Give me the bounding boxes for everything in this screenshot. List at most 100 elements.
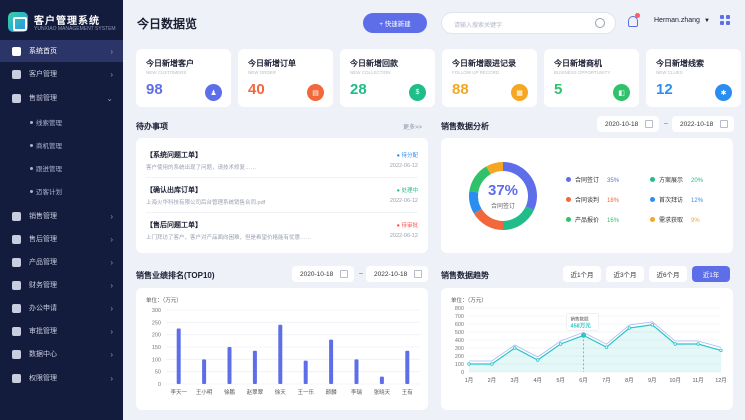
x-tick-label: 8月 — [625, 377, 634, 384]
date-separator: – — [359, 270, 363, 277]
sidebar-subitem-label: 线索管理 — [36, 120, 62, 127]
sidebar-item[interactable]: 售前管理 ⌄ — [0, 87, 123, 109]
calendar-icon — [414, 270, 422, 278]
todo-more-link[interactable]: 更多>> — [403, 122, 422, 131]
period-tab[interactable]: 近6个月 — [649, 266, 687, 282]
stat-icon: ♟ — [205, 84, 222, 101]
tooltip-label: 销售数据 — [571, 315, 589, 322]
todo-item-title[interactable]: 【确认出库订单】 — [146, 185, 202, 195]
stat-title: 今日新增回款 — [350, 59, 398, 68]
y-tick-label: 400 — [455, 338, 464, 344]
approval-icon — [12, 326, 21, 336]
stat-card[interactable]: 今日新增回款 NEW COLLECTION 28 $ — [340, 49, 435, 107]
chevron-right-icon: › — [110, 46, 113, 56]
period-tab[interactable]: 近3个月 — [606, 266, 644, 282]
line-point — [719, 348, 723, 353]
todo-item-title[interactable]: 【系统问题工单】 — [146, 150, 202, 160]
legend-pct: 9% — [691, 218, 700, 224]
stat-value: 98 — [146, 81, 163, 98]
sidebar-item-label: 销售管理 — [29, 213, 57, 220]
sidebar-item[interactable]: 销售管理 › — [0, 205, 123, 227]
stat-card[interactable]: 今日新增客户 NEW CUSTOMERS 98 ♟ — [136, 49, 231, 107]
sidebar-item-label: 财务管理 — [29, 282, 57, 289]
chevron-right-icon: › — [110, 280, 113, 290]
sidebar-item[interactable]: 系统首页 › — [0, 40, 123, 62]
x-tick-label: 王一乐 — [297, 389, 314, 396]
sidebar-subitem[interactable]: 线索管理 — [0, 111, 123, 133]
chevron-down-icon[interactable]: ▼ — [704, 18, 710, 24]
user-name[interactable]: Herman.zhang — [654, 17, 700, 24]
legend-label: 产品报价 — [575, 218, 600, 224]
grid-menu-icon[interactable] — [720, 15, 732, 27]
sidebar-subitem-label: 跟进管理 — [36, 166, 62, 173]
todo-card: 【系统问题工单】 客户使用的系统出现了问题，请技术修复…… ● 待分配 2022-06… — [136, 138, 428, 253]
chevron-right-icon: › — [110, 326, 113, 336]
search-input[interactable]: 请输入搜索关键字 — [441, 12, 616, 34]
stat-card[interactable]: 今日新增线索 NEW CLUES 12 ✱ — [646, 49, 741, 107]
user-icon — [12, 69, 21, 79]
todo-item-status: ● 待审批 — [396, 223, 418, 229]
period-tab[interactable]: 近1年 — [692, 266, 730, 282]
analysis-date-to[interactable]: 2022-10-18 — [672, 116, 734, 132]
chevron-right-icon: › — [110, 234, 113, 244]
sidebar-item[interactable]: 售后管理 › — [0, 228, 123, 250]
sidebar-subitem[interactable]: 迈客计划 — [0, 180, 123, 202]
legend-pct: 18% — [607, 198, 620, 204]
bar — [202, 359, 207, 384]
ranking-card: 单位：（万元） 0 50 100 150 200 250 300 李天一 王小明 徐鹏 赵翠翠 徐天王… — [136, 288, 428, 410]
sidebar-item-label: 系统首页 — [29, 48, 57, 55]
legend-swatch — [650, 217, 655, 222]
sidebar-item-label: 售前管理 — [29, 95, 57, 102]
sidebar-item[interactable]: 客户管理 › — [0, 63, 123, 85]
stat-card[interactable]: 今日新增订单 NEW ORDER 40 ▤ — [238, 49, 333, 107]
line-point — [467, 362, 471, 366]
legend-label: 合同谈判 — [575, 198, 600, 204]
ranking-date-from[interactable]: 2020-10-18 — [292, 266, 354, 282]
x-tick-label: 5月 — [556, 377, 565, 384]
sidebar-item[interactable]: 数据中心 › — [0, 343, 123, 365]
todo-item-date: 2022-06-12 — [389, 163, 418, 169]
legend-pct: 35% — [607, 178, 620, 184]
y-tick-label: 200 — [152, 333, 161, 339]
ranking-date-from-text: 2020-10-18 — [300, 270, 334, 278]
line-point — [558, 342, 563, 346]
sidebar-item[interactable]: 权限管理 › — [0, 367, 123, 389]
y-tick-label: 100 — [455, 362, 464, 368]
x-tick-label: 赵翠翠 — [247, 388, 264, 396]
y-tick-label: 250 — [152, 320, 161, 326]
analysis-date-from[interactable]: 2020-10-18 — [597, 116, 659, 132]
bar — [176, 328, 181, 384]
donut-center-label: 合同签订 — [490, 204, 515, 210]
ranking-date-to-text: 2022-10-18 — [374, 270, 408, 278]
legend-swatch — [566, 217, 571, 222]
sidebar-subitem[interactable]: 跟进管理 — [0, 157, 123, 179]
todo-item-title[interactable]: 【售后问题工单】 — [146, 220, 202, 230]
sidebar-item[interactable]: 产品管理 › — [0, 251, 123, 273]
sidebar-item-label: 办公申请 — [29, 305, 57, 312]
period-tab[interactable]: 近1个月 — [563, 266, 601, 282]
quick-new-button[interactable]: + 快速新建 — [363, 13, 427, 33]
sidebar-subitem[interactable]: 商机管理 — [0, 134, 123, 156]
x-tick-label: 3月 — [511, 377, 520, 384]
x-tick-label: 王有 — [402, 388, 414, 396]
sidebar-item[interactable]: 审批管理 › — [0, 320, 123, 342]
trend-line-chart: 0 100 200 300 400 500 600 700 800 1月 2月 3月 4月 5月 6月 7月 8… — [455, 306, 727, 384]
sidebar-item[interactable]: 办公申请 › — [0, 297, 123, 319]
stat-icon: ▦ — [511, 84, 528, 101]
x-tick-label: 6月 — [579, 377, 588, 384]
ranking-date-to[interactable]: 2022-10-18 — [366, 266, 428, 282]
stat-card[interactable]: 今日新增商机 BUSINESS OPPORTUNITY 5 ◧ — [544, 49, 639, 107]
stat-card[interactable]: 今日新增跟进记录 FOLLOW UP RECORD 88 ▦ — [442, 49, 537, 107]
calendar-icon — [720, 120, 728, 128]
chevron-right-icon: › — [110, 349, 113, 359]
notification-dot — [635, 13, 640, 18]
line-point — [604, 345, 609, 349]
stat-value: 28 — [350, 81, 367, 98]
search-placeholder: 请输入搜索关键字 — [454, 23, 503, 29]
sidebar-item[interactable]: 财务管理 › — [0, 274, 123, 296]
todo-item-date: 2022-06-12 — [389, 198, 418, 204]
x-tick-label: 张晓天 — [374, 388, 391, 396]
stat-value: 12 — [656, 81, 673, 98]
search-icon[interactable] — [595, 18, 605, 28]
legend-item: 方案展示 20% — [650, 175, 703, 184]
